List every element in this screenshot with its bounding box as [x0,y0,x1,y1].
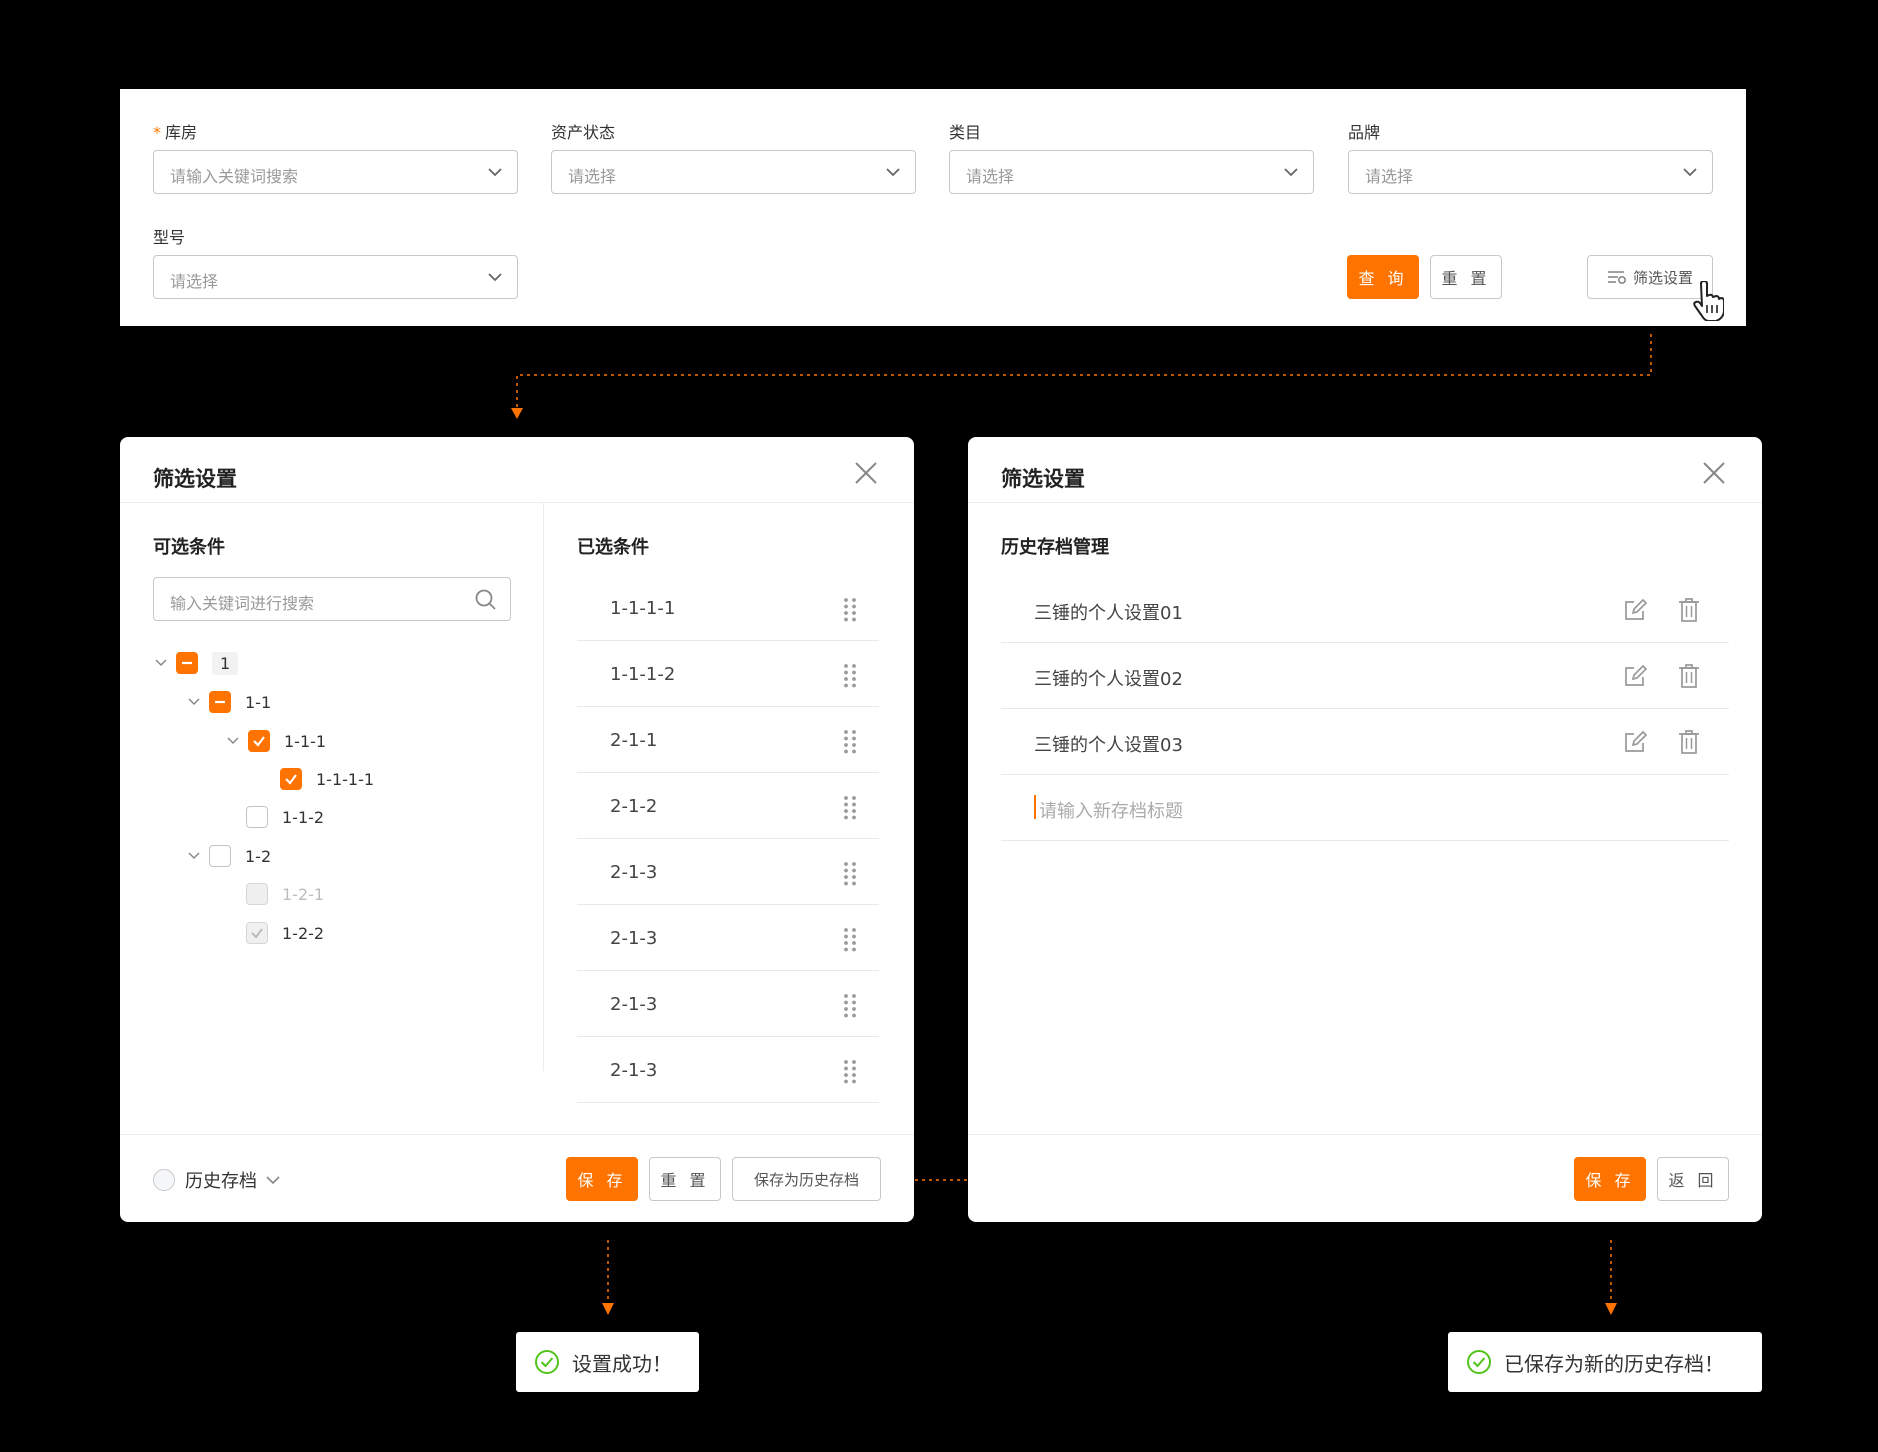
tree-node-label: 1-1-1-1 [316,769,375,789]
divider [968,502,1762,503]
success-toast: 设置成功！ [516,1332,699,1392]
tree-node[interactable]: 1-1-1-1 [280,765,374,793]
chevron-down-icon[interactable] [187,849,201,863]
drag-handle-icon[interactable] [843,993,857,1019]
chevron-down-icon[interactable] [187,695,201,709]
tree-node-label: 1-2-2 [282,923,325,943]
history-item-label: 三锤的个人设置02 [1034,669,1183,690]
trash-icon[interactable] [1677,729,1701,755]
checkbox-checked[interactable] [280,768,302,790]
history-archive-toggle[interactable]: 历史存档 [153,1167,281,1193]
tree-node-label: 1-1-1 [284,731,327,751]
history-item[interactable]: 三锤的个人设置01 [1001,577,1729,643]
history-item-label: 三锤的个人设置03 [1034,735,1183,756]
tree-node-label: 1-2 [245,846,272,866]
drag-handle-icon[interactable] [843,597,857,623]
chevron-down-icon[interactable] [226,734,240,748]
tree-node-label: 1-2-1 [282,884,325,904]
available-title: 可选条件 [153,537,225,558]
checkbox-unchecked[interactable] [246,806,268,828]
divider [120,502,914,503]
history-item-label: 三锤的个人设置01 [1034,603,1183,624]
tree-node: 1-2-2 [246,919,324,947]
check-circle-icon [535,1350,559,1374]
selected-condition-item[interactable]: 1-1-1-2 [577,643,879,707]
drag-handle-icon[interactable] [843,795,857,821]
new-archive-title-input[interactable]: 请输入新存档标题 [1001,775,1729,841]
checkbox-checked[interactable] [248,730,270,752]
selected-condition-item[interactable]: 2-1-2 [577,775,879,839]
close-icon[interactable] [1702,461,1726,485]
trash-icon[interactable] [1677,597,1701,623]
selected-condition-item[interactable]: 1-1-1-1 [577,577,879,641]
selected-condition-label: 2-1-1 [610,730,658,751]
trash-icon[interactable] [1677,663,1701,689]
checkbox-indeterminate[interactable] [209,691,231,713]
history-item[interactable]: 三锤的个人设置03 [1001,709,1729,775]
checkbox-disabled-checked [246,922,268,944]
selected-condition-label: 2-1-2 [610,796,658,817]
drag-handle-icon[interactable] [843,1059,857,1085]
condition-search-input[interactable]: 输入关键词进行搜索 [153,577,511,621]
tree-node[interactable]: 1 [154,649,239,677]
dialog-title: 筛选设置 [153,467,237,491]
tree-node[interactable]: 1-1-1 [226,727,326,755]
back-button[interactable]: 返 回 [1657,1157,1729,1201]
tree-node-label: 1-1-2 [282,807,325,827]
input-placeholder: 请输入新存档标题 [1039,801,1183,822]
tree-node-label: 1 [212,651,239,675]
selected-condition-item[interactable]: 2-1-3 [577,907,879,971]
archive-saved-toast: 已保存为新的历史存档！ [1448,1332,1762,1392]
selected-condition-item[interactable]: 2-1-3 [577,973,879,1037]
tree-node[interactable]: 1-1-2 [246,803,324,831]
drag-handle-icon[interactable] [843,927,857,953]
chevron-down-icon[interactable] [265,1174,281,1186]
column-divider [543,503,544,1071]
selected-condition-label: 1-1-1-1 [610,598,676,619]
text-cursor [1034,795,1036,819]
history-archive-dialog: 筛选设置 历史存档管理 三锤的个人设置01 三锤的个人设置02 三锤的个人设置0… [968,437,1762,1222]
drag-handle-icon[interactable] [843,663,857,689]
filter-settings-dialog: 筛选设置 可选条件 输入关键词进行搜索 1 1-1 1-1-1 1-1-1-1 … [120,437,914,1222]
selected-condition-label: 2-1-3 [610,994,658,1015]
selected-condition-label: 2-1-3 [610,1060,658,1081]
selected-condition-item[interactable]: 2-1-3 [577,841,879,905]
checkbox-indeterminate[interactable] [176,652,198,674]
search-placeholder: 输入关键词进行搜索 [170,594,315,613]
selected-condition-label: 1-1-1-2 [610,664,676,685]
tree-node[interactable]: 1-1 [187,688,271,716]
history-label: 历史存档 [185,1171,257,1192]
selected-condition-item[interactable]: 2-1-3 [577,1039,879,1103]
history-item[interactable]: 三锤的个人设置02 [1001,643,1729,709]
footer-divider [120,1134,914,1135]
edit-icon[interactable] [1623,663,1649,689]
footer-divider [968,1134,1762,1135]
selected-title: 已选条件 [577,537,649,558]
reset-button[interactable]: 重 置 [649,1157,721,1201]
checkbox-unchecked[interactable] [209,845,231,867]
radio-button[interactable] [153,1169,175,1191]
tree-node[interactable]: 1-2 [187,842,271,870]
edit-icon[interactable] [1623,597,1649,623]
selected-condition-item[interactable]: 2-1-1 [577,709,879,773]
check-circle-icon [1467,1350,1491,1374]
toast-message: 设置成功！ [572,1351,672,1376]
tree-node-label: 1-1 [245,692,272,712]
chevron-down-icon[interactable] [154,656,168,670]
toast-message: 已保存为新的历史存档！ [1504,1351,1724,1376]
selected-condition-label: 2-1-3 [610,928,658,949]
edit-icon[interactable] [1623,729,1649,755]
drag-handle-icon[interactable] [843,861,857,887]
history-manage-title: 历史存档管理 [1001,537,1109,558]
dialog-title: 筛选设置 [1001,467,1085,491]
tree-node: 1-2-1 [246,880,324,908]
selected-condition-label: 2-1-3 [610,862,658,883]
drag-handle-icon[interactable] [843,729,857,755]
checkbox-disabled [246,883,268,905]
save-as-history-button[interactable]: 保存为历史存档 [732,1157,881,1201]
search-icon[interactable] [474,588,498,612]
save-button[interactable]: 保 存 [1574,1157,1646,1201]
save-button[interactable]: 保 存 [566,1157,638,1201]
close-icon[interactable] [854,461,878,485]
